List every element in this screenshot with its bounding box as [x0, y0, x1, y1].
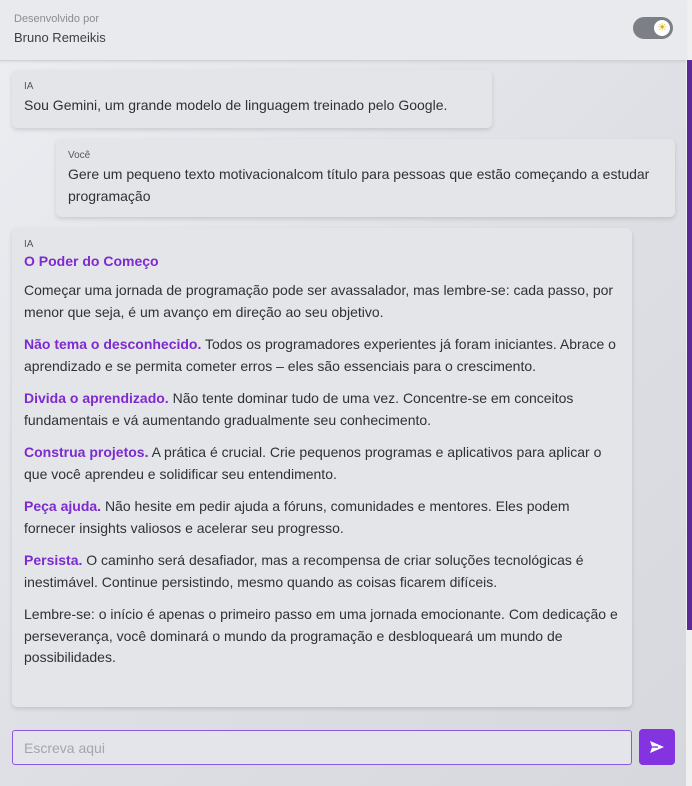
message-sender: IA — [24, 81, 34, 92]
tip-body: O caminho será desafiador, mas a recompe… — [24, 552, 584, 590]
tip-paragraph: Peça ajuda. Não hesite em pedir ajuda a … — [24, 496, 620, 539]
message-intro: Começar uma jornada de programação pode … — [24, 282, 614, 320]
message-closing: Lembre-se: o início é apenas o primeiro … — [24, 606, 618, 665]
message-sender: Você — [68, 150, 91, 161]
message-sender: IA — [24, 239, 34, 250]
theme-toggle[interactable]: ☀ — [633, 17, 673, 39]
tip-heading: Persista. — [24, 552, 83, 568]
message-title: O Poder do Começo — [24, 253, 159, 269]
user-message: Você Gere um pequeno texto motivacionalc… — [56, 139, 675, 217]
tip-heading: Não tema o desconhecido. — [24, 336, 202, 352]
tip-heading: Divida o aprendizado. — [24, 390, 169, 406]
scrollbar-track[interactable] — [686, 0, 692, 786]
chat-app: Desenvolvido por Bruno Remeikis ☀ IA Sou… — [0, 0, 692, 786]
scrollbar-thumb[interactable] — [687, 60, 692, 630]
message-text: Gere um pequeno texto motivacionalcom tí… — [68, 166, 650, 204]
tip-paragraph: Divida o aprendizado. Não tente dominar … — [24, 388, 620, 431]
message-text: Sou Gemini, um grande modelo de linguage… — [24, 97, 448, 113]
tip-paragraph: Construa projetos. A prática é crucial. … — [24, 442, 620, 485]
tip-heading: Peça ajuda. — [24, 498, 102, 514]
tip-paragraph: Não tema o desconhecido. Todos os progra… — [24, 334, 620, 377]
tip-paragraph: Persista. O caminho será desafiador, mas… — [24, 550, 620, 593]
tip-heading: Construa projetos. — [24, 444, 149, 460]
tip-body: Não hesite em pedir ajuda a fóruns, comu… — [24, 498, 570, 536]
send-button[interactable] — [639, 729, 675, 765]
app-header: Desenvolvido por Bruno Remeikis ☀ — [0, 0, 686, 61]
developer-name: Bruno Remeikis — [14, 30, 106, 45]
ai-message: IA Sou Gemini, um grande modelo de lingu… — [12, 70, 492, 128]
send-icon — [650, 741, 664, 753]
message-input[interactable] — [12, 730, 632, 765]
developed-by-label: Desenvolvido por — [14, 13, 99, 25]
sun-icon: ☀ — [654, 20, 670, 36]
ai-message: IA O Poder do Começo Começar uma jornada… — [12, 228, 632, 707]
